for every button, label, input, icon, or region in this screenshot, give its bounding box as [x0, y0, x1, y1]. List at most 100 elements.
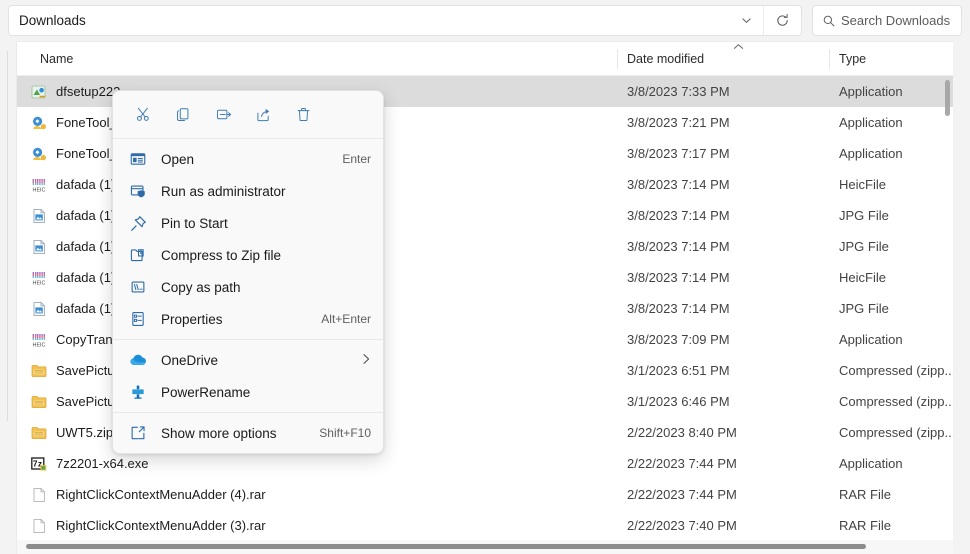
heic-icon: HEIC: [31, 270, 47, 286]
copy-icon[interactable]: [163, 98, 203, 130]
file-name-cell[interactable]: FoneTool_fr: [31, 115, 125, 131]
file-date-cell: 3/8/2023 7:14 PM: [627, 177, 730, 192]
file-name-cell[interactable]: dafada (1): [31, 301, 115, 317]
context-menu-item-show-more-options[interactable]: Show more options Shift+F10: [113, 417, 383, 449]
file-date-cell: 2/22/2023 8:40 PM: [627, 425, 737, 440]
file-type-cell: JPG File: [839, 208, 889, 223]
file-name-cell[interactable]: dfsetup222.: [31, 84, 124, 100]
context-menu-item-label: Properties: [161, 311, 223, 327]
context-menu-item-label: PowerRename: [161, 384, 251, 400]
table-row[interactable]: RightClickContextMenuAdder (3).rar 2/22/2…: [17, 510, 953, 541]
horizontal-scrollbar-thumb[interactable]: [26, 544, 866, 549]
zip-folder-icon: [31, 363, 47, 379]
context-menu-item-pin-to-start[interactable]: Pin to Start: [113, 207, 383, 239]
column-divider-1[interactable]: [617, 49, 618, 69]
address-bar[interactable]: Downloads: [8, 5, 802, 36]
rename-icon[interactable]: [203, 98, 243, 130]
file-type-cell: HeicFile: [839, 177, 886, 192]
context-menu-item-properties[interactable]: Properties Alt+Enter: [113, 303, 383, 335]
context-menu-item-open[interactable]: Open Enter: [113, 143, 383, 175]
context-menu-separator: [113, 412, 383, 413]
context-menu-item-label: Compress to Zip file: [161, 247, 282, 263]
file-name-label: 7z2201-x64.exe: [56, 456, 149, 471]
file-name-cell[interactable]: dafada (1): [31, 208, 115, 224]
context-menu-item-shortcut: Enter: [342, 152, 371, 166]
file-name-cell[interactable]: RightClickContextMenuAdder (3).rar: [31, 518, 266, 534]
file-explorer-window: Downloads Search Downloads Name Date mod…: [0, 0, 970, 554]
refresh-icon[interactable]: [763, 6, 801, 35]
shield-admin-icon: [129, 182, 147, 200]
blank-doc-icon: [31, 518, 47, 534]
column-header-type[interactable]: Type: [839, 42, 866, 76]
file-type-cell: JPG File: [839, 239, 889, 254]
column-header-name[interactable]: Name: [40, 42, 73, 76]
file-date-cell: 3/8/2023 7:14 PM: [627, 270, 730, 285]
open-window-icon: [129, 150, 147, 168]
navigation-rail: [0, 41, 17, 554]
context-menu-item-onedrive[interactable]: OneDrive: [113, 344, 383, 376]
context-menu-item-label: OneDrive: [161, 352, 219, 368]
context-menu-item-compress-to-zip-file[interactable]: Compress to Zip file: [113, 239, 383, 271]
file-date-cell: 3/8/2023 7:21 PM: [627, 115, 730, 130]
copy-path-icon: [129, 278, 147, 296]
file-date-cell: 3/8/2023 7:33 PM: [627, 84, 730, 99]
vertical-scrollbar-thumb[interactable]: [945, 80, 950, 116]
file-name-cell[interactable]: dafada (1): [31, 239, 115, 255]
file-type-cell: Compressed (zipp...: [839, 425, 953, 440]
context-menu-item-label: Run as administrator: [161, 183, 286, 199]
file-date-cell: 3/8/2023 7:09 PM: [627, 332, 730, 347]
file-type-cell: JPG File: [839, 301, 889, 316]
context-menu-separator: [113, 339, 383, 340]
context-menu-item-run-as-administrator[interactable]: Run as administrator: [113, 175, 383, 207]
svg-text:HEIC: HEIC: [33, 280, 46, 285]
context-menu-item-shortcut: Shift+F10: [319, 426, 371, 440]
address-path-text[interactable]: Downloads: [9, 13, 729, 28]
context-menu-items: Open Enter Run as administrator Pin to Star…: [113, 140, 383, 453]
app-yellow-icon: [31, 115, 47, 131]
jpg-icon: [31, 239, 47, 255]
file-type-cell: Compressed (zipp...: [839, 363, 953, 378]
chevron-down-icon[interactable]: [729, 6, 763, 35]
context-menu-item-powerrename[interactable]: PowerRename: [113, 376, 383, 408]
column-header-row: Name Date modified Type: [17, 42, 953, 76]
trash-icon[interactable]: [283, 98, 323, 130]
file-type-cell: Application: [839, 115, 903, 130]
file-name-cell[interactable]: 7 z 7z2201-x64.exe: [31, 456, 149, 472]
file-type-cell: Compressed (zipp...: [839, 394, 953, 409]
more-options-icon: [129, 424, 147, 442]
context-menu-item-label: Pin to Start: [161, 215, 228, 231]
file-name-cell[interactable]: FoneTool_s: [31, 146, 123, 162]
context-menu-item-label: Show more options: [161, 425, 277, 441]
scissors-icon[interactable]: [123, 98, 163, 130]
file-date-cell: 2/22/2023 7:44 PM: [627, 456, 737, 471]
jpg-icon: [31, 301, 47, 317]
file-type-cell: Application: [839, 456, 903, 471]
share-icon[interactable]: [243, 98, 283, 130]
svg-text:HEIC: HEIC: [33, 187, 46, 192]
search-box[interactable]: Search Downloads: [812, 5, 962, 36]
context-menu-separator-top: [113, 138, 383, 139]
file-name-cell[interactable]: HEIC dafada (1): [31, 177, 115, 193]
context-menu-item-label: Open: [161, 151, 195, 167]
table-row[interactable]: RightClickContextMenuAdder (4).rar 2/22/2…: [17, 479, 953, 510]
file-name-label: dafada (1): [56, 177, 116, 192]
file-name-cell[interactable]: RightClickContextMenuAdder (4).rar: [31, 487, 266, 503]
file-date-cell: 2/22/2023 7:40 PM: [627, 518, 737, 533]
file-name-cell[interactable]: HEIC dafada (1): [31, 270, 115, 286]
file-type-cell: Application: [839, 332, 903, 347]
file-name-label: dafada (1): [56, 270, 116, 285]
file-type-cell: HeicFile: [839, 270, 886, 285]
file-type-cell: RAR File: [839, 487, 892, 502]
horizontal-scrollbar[interactable]: [17, 540, 953, 554]
file-type-cell: Application: [839, 84, 903, 99]
chevron-right-icon[interactable]: [362, 353, 371, 368]
file-name-cell[interactable]: UWT5.zip: [31, 425, 113, 441]
rail-divider: [7, 51, 8, 421]
app-green-icon: [31, 84, 47, 100]
column-header-date-modified[interactable]: Date modified: [627, 42, 704, 76]
file-type-cell: RAR File: [839, 518, 892, 533]
search-input[interactable]: Search Downloads: [841, 13, 950, 28]
column-divider-2[interactable]: [829, 49, 830, 69]
vertical-scrollbar[interactable]: [943, 76, 953, 554]
context-menu-item-copy-as-path[interactable]: Copy as path: [113, 271, 383, 303]
